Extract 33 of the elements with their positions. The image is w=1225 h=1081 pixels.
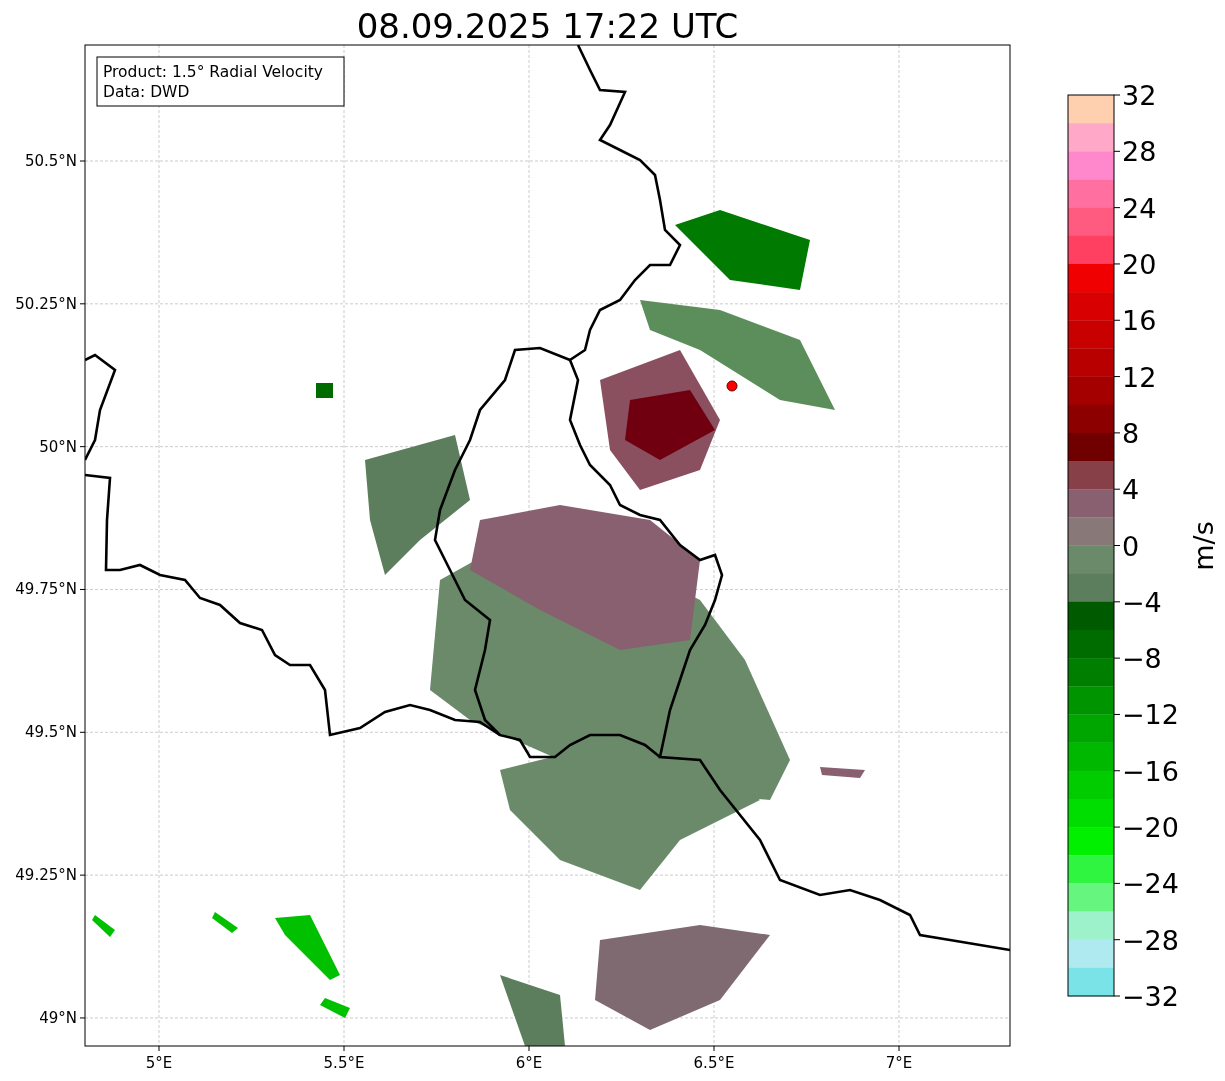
colorbar-tick-label: −8 [1122,643,1162,675]
colorbar-tick-label: 16 [1122,305,1157,337]
annotation-text: Data: DWD [103,83,190,101]
axis-tick-label: 50.5°N [24,152,77,170]
axis-tick-label: 49°N [39,1008,77,1027]
colorbar-tick-label: −16 [1122,755,1179,787]
colorbar-label: m/s [1188,521,1219,571]
colorbar-tick-label: −12 [1122,699,1179,731]
colorbar-tick-label: 32 [1122,80,1157,111]
colorbar-tick-label: −4 [1122,586,1162,618]
colorbar-tick-label: −24 [1122,868,1179,900]
colorbar-tick-label: −20 [1122,812,1179,844]
chart-title: 08.09.2025 17:22 UTC [356,6,739,46]
colorbar-tick-label: 8 [1122,417,1140,449]
axis-tick-label: 49.5°N [24,723,77,742]
colorbar-tick-label: −28 [1122,924,1179,956]
axis-tick-label: 5.5°E [323,1054,365,1072]
axis-tick-label: 6.5°E [693,1054,735,1072]
colorbar-tick-label: 4 [1122,474,1140,506]
axis-tick-label: 50°N [39,437,77,456]
annotation-text: Product: 1.5° Radial Velocity [103,63,323,81]
colorbar-tick-label: 20 [1122,248,1157,280]
colorbar-tick-label: 12 [1122,361,1157,393]
colorbar-tick-label: 24 [1122,192,1157,224]
axis-tick-label: 50.25°N [15,294,77,313]
axis-tick-label: 49.25°N [15,866,77,885]
axis-tick-label: 49.75°N [15,580,77,599]
colorbar-tick-label: −32 [1122,981,1179,1012]
colorbar-tick-label: 28 [1122,136,1157,168]
axis-tick-label: 6°E [515,1054,543,1072]
colorbar-tick-label: 0 [1122,530,1140,562]
axis-tick-label: 5°E [145,1054,173,1072]
axis-tick-label: 7°E [885,1054,913,1072]
